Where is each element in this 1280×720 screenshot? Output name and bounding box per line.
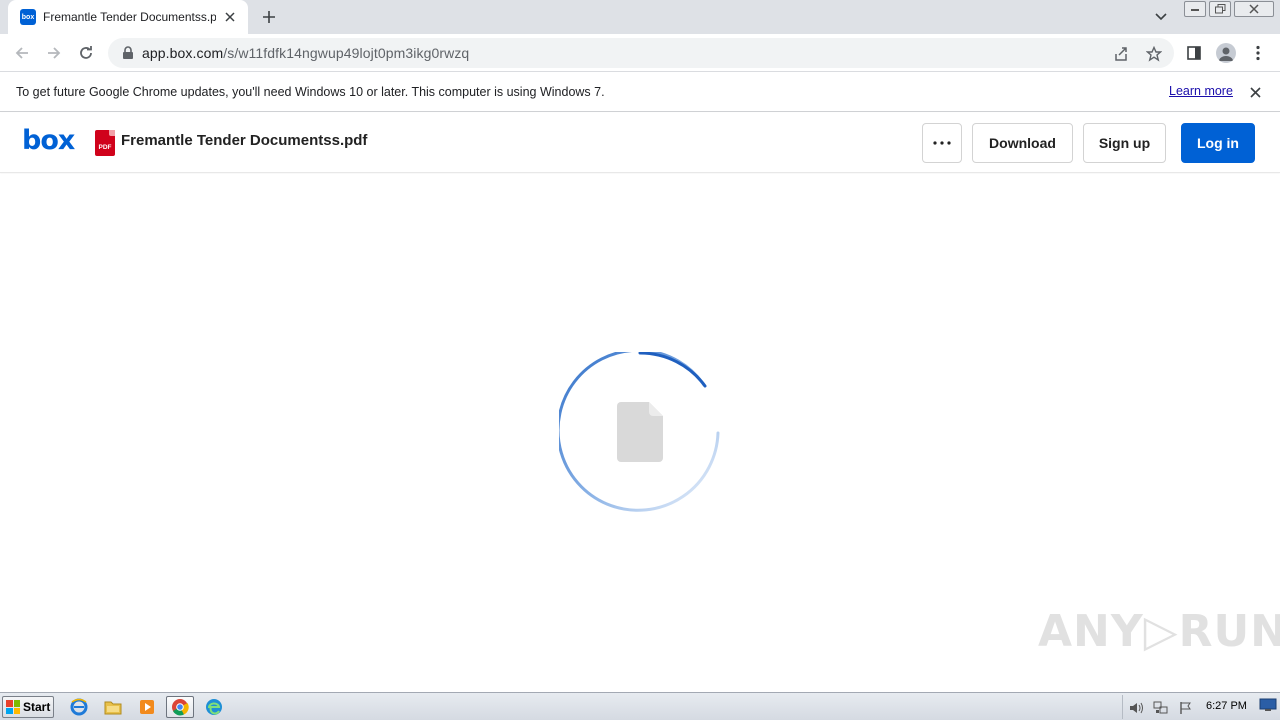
windows-logo-icon — [6, 700, 20, 714]
chrome-menu-icon[interactable] — [1244, 39, 1272, 67]
back-arrow-icon[interactable] — [8, 39, 36, 67]
action-center-flag-icon[interactable] — [1178, 700, 1194, 716]
log-in-button[interactable]: Log in — [1181, 123, 1255, 163]
edge-icon[interactable] — [200, 696, 228, 718]
sign-up-button[interactable]: Sign up — [1083, 123, 1166, 163]
show-desktop-icon[interactable] — [1259, 698, 1277, 714]
url-host: app.box.com — [142, 45, 224, 61]
download-button[interactable]: Download — [972, 123, 1073, 163]
windows-taskbar: Start 6:27 PM — [0, 692, 1280, 720]
side-panel-icon[interactable] — [1180, 39, 1208, 67]
box-logo[interactable]: box — [22, 125, 75, 156]
chrome-icon[interactable] — [166, 696, 194, 718]
close-tab-icon[interactable] — [222, 9, 238, 25]
start-button[interactable]: Start — [2, 696, 54, 718]
ellipsis-icon — [933, 141, 951, 145]
box-favicon-icon: box — [20, 9, 36, 25]
browser-toolbar: app.box.com/s/w11fdfk14ngwup49lojt0pm3ik… — [0, 34, 1280, 72]
learn-more-link[interactable]: Learn more — [1169, 84, 1233, 98]
volume-icon[interactable] — [1129, 700, 1145, 716]
start-label: Start — [23, 700, 51, 714]
address-bar[interactable]: app.box.com/s/w11fdfk14ngwup49lojt0pm3ik… — [108, 38, 1174, 68]
pdf-file-icon: PDF — [95, 130, 115, 156]
infobar-close-icon[interactable] — [1247, 84, 1263, 100]
box-header: box PDF Fremantle Tender Documentss.pdf … — [0, 113, 1280, 173]
restore-button[interactable] — [1209, 1, 1231, 17]
profile-avatar[interactable] — [1212, 39, 1240, 67]
tab-search-chevron-down-icon[interactable] — [1150, 6, 1172, 28]
share-icon[interactable] — [1112, 45, 1130, 63]
browser-tab[interactable]: box Fremantle Tender Documentss.pdf | Po… — [8, 0, 248, 34]
new-tab-button[interactable] — [256, 5, 282, 29]
reload-icon[interactable] — [72, 39, 100, 67]
tab-strip: box Fremantle Tender Documentss.pdf | Po… — [0, 0, 1280, 34]
lock-icon[interactable] — [120, 45, 136, 61]
internet-explorer-icon[interactable] — [65, 696, 93, 718]
document-icon — [617, 402, 663, 462]
close-window-button[interactable] — [1234, 1, 1274, 17]
chrome-update-infobar: To get future Google Chrome updates, you… — [0, 72, 1280, 112]
file-explorer-icon[interactable] — [99, 696, 127, 718]
taskbar-clock[interactable]: 6:27 PM — [1206, 700, 1247, 712]
anyrun-watermark: ANY▷RUN — [1038, 606, 1280, 657]
url-path: /s/w11fdfk14ngwup49lojt0pm3ikg0rwzq — [223, 45, 470, 61]
tab-title: Fremantle Tender Documentss.pdf | Powere… — [43, 10, 216, 24]
network-icon[interactable] — [1153, 700, 1169, 716]
bookmark-star-icon[interactable] — [1145, 45, 1163, 63]
more-options-button[interactable] — [922, 123, 962, 163]
system-tray — [1122, 695, 1191, 719]
minimize-button[interactable] — [1184, 1, 1206, 17]
infobar-message: To get future Google Chrome updates, you… — [16, 84, 605, 99]
forward-arrow-icon[interactable] — [40, 39, 68, 67]
file-name-title: Fremantle Tender Documentss.pdf — [121, 132, 368, 149]
media-player-icon[interactable] — [133, 696, 161, 718]
document-preview-area: ANY▷RUN — [0, 174, 1280, 691]
url-text: app.box.com/s/w11fdfk14ngwup49lojt0pm3ik… — [142, 45, 469, 61]
